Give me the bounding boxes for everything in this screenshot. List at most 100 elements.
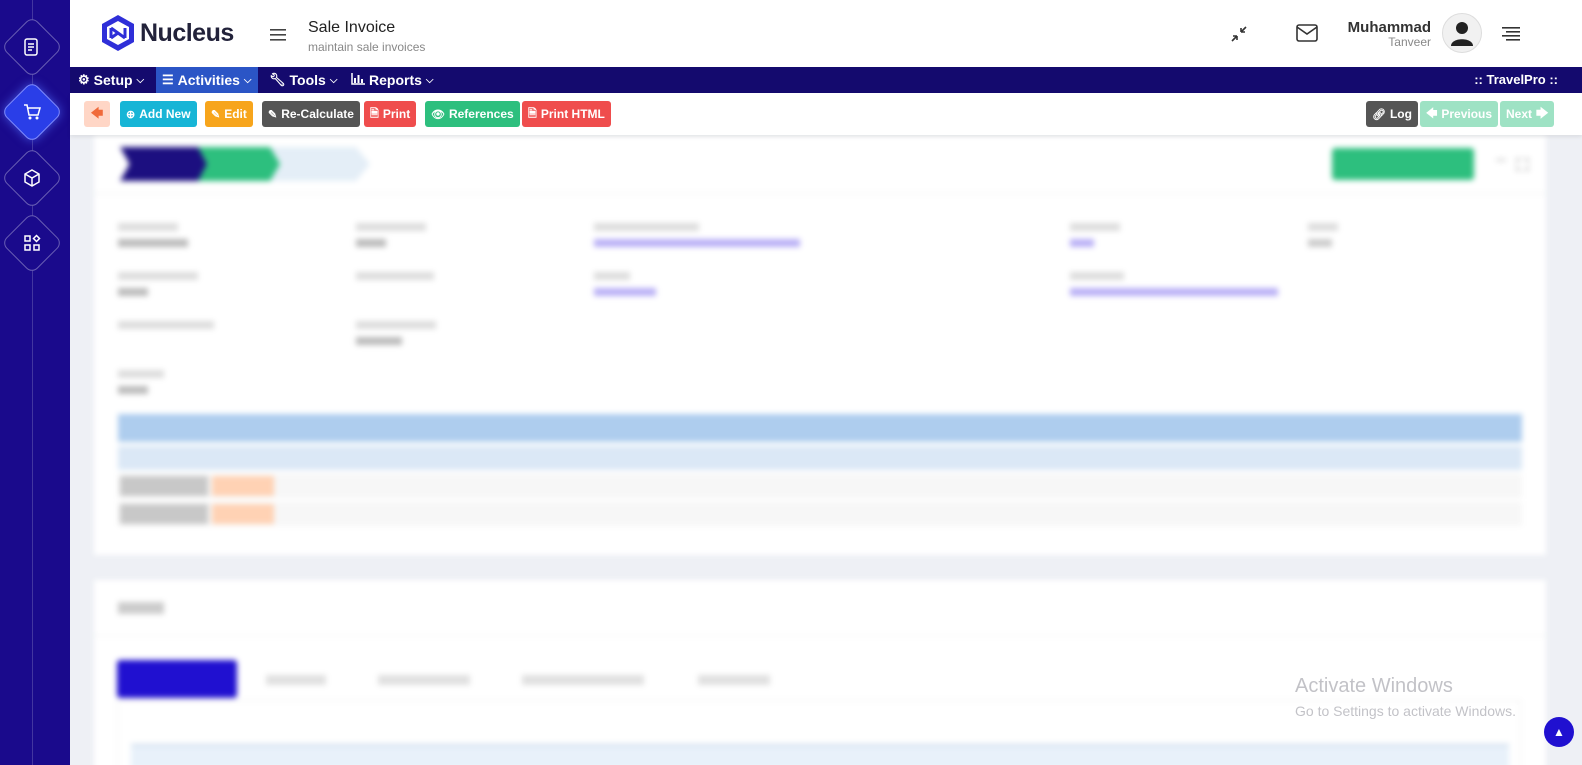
app-logo[interactable]: Nucleus [100, 14, 234, 52]
chevron-down-icon: ⌵ [136, 74, 145, 86]
previous-button[interactable]: 🡄 Previous [1420, 101, 1499, 127]
side-rail [0, 0, 70, 765]
field-label-4 [1070, 223, 1120, 231]
menu-activities[interactable]: ☰ Activities ⌵ [156, 67, 258, 93]
arrow-left-icon: 🡄 [1426, 107, 1438, 120]
details-card [94, 580, 1546, 765]
print-button[interactable]: 🗎 Print [364, 101, 417, 127]
recalculate-button[interactable]: ✎ Re-Calculate [262, 101, 360, 127]
field-value-8 [594, 288, 656, 296]
field-label-6 [118, 272, 198, 280]
field-value-2 [356, 239, 386, 247]
field-label-10 [118, 321, 214, 329]
details-heading [118, 602, 164, 614]
chevron-down-icon: ⌵ [329, 74, 338, 86]
add-new-button[interactable]: ⊕ Add New [120, 101, 197, 127]
field-value-1 [118, 239, 188, 247]
details-tab-2[interactable] [266, 675, 326, 685]
envelope-icon [1296, 24, 1318, 42]
scroll-to-top-button[interactable]: ▲ [1544, 717, 1574, 747]
pdf-file-icon: 🗎 [370, 107, 379, 120]
details-tab-3[interactable] [378, 675, 470, 685]
print-html-button[interactable]: 🗎 Print HTML [522, 101, 611, 127]
collapse-screen-button[interactable] [1230, 25, 1248, 48]
field-label-5 [1308, 223, 1338, 231]
menu-activities-label: Activities [177, 72, 240, 88]
field-label-8 [594, 272, 630, 280]
field-label-2 [356, 223, 426, 231]
card-divider [94, 193, 1546, 194]
field-label-1 [118, 223, 178, 231]
brand-label: :: TravelPro :: [1474, 72, 1558, 87]
cube-icon [24, 169, 40, 187]
pencil-icon: ✎ [268, 108, 278, 121]
field-value-3 [594, 239, 800, 247]
pencil-icon: ✎ [211, 108, 221, 121]
fullscreen-icon[interactable] [1516, 158, 1529, 171]
next-label: Next [1506, 107, 1533, 121]
rail-widgets-button[interactable] [0, 211, 64, 275]
references-label: References [448, 107, 514, 121]
field-value-6 [118, 288, 148, 296]
references-button[interactable]: 👁︎ References [425, 101, 520, 127]
log-button[interactable]: 🔗︎ Log [1366, 101, 1418, 127]
arrow-up-icon: ▲ [1553, 725, 1565, 739]
summary-row-2-currency [212, 504, 274, 524]
rail-cart-button[interactable] [0, 80, 64, 144]
invoice-number-badge [1332, 148, 1474, 180]
eye-icon: 👁︎ [431, 108, 445, 121]
action-toolbar: 🡄 ⊕ Add New ✎ Edit ✎ Re-Calculate 🗎 Print 👁︎… [70, 93, 1582, 135]
user-last-name: Tanveer [1388, 35, 1431, 49]
details-tab-active[interactable] [117, 660, 237, 698]
summary-row-1-currency [212, 476, 274, 496]
activate-windows-title: Activate Windows [1295, 675, 1453, 697]
user-avatar[interactable] [1442, 13, 1482, 53]
hamburger-icon [270, 29, 286, 41]
back-button[interactable]: 🡄 [84, 101, 110, 127]
edit-button[interactable]: ✎ Edit [205, 101, 253, 127]
field-label-11 [356, 321, 436, 329]
shopping-cart-icon [24, 104, 41, 120]
summary-row-2 [118, 502, 1522, 526]
page-subtitle: maintain sale invoices [308, 40, 426, 54]
field-value-9 [1070, 288, 1278, 296]
activate-windows-subtitle: Go to Settings to activate Windows. [1295, 703, 1516, 719]
recalculate-label: Re-Calculate [281, 107, 354, 121]
rail-documents-button[interactable] [0, 15, 64, 79]
chevron-down-icon: ⌵ [425, 74, 434, 86]
menu-reports-label: Reports [369, 72, 422, 88]
field-label-9 [1070, 272, 1124, 280]
menu-tools[interactable]: 🔧︎ Tools ⌵ [263, 67, 343, 93]
rail-cube-button[interactable] [0, 146, 64, 210]
link-icon: 🔗︎ [1372, 108, 1386, 121]
summary-row-2-label [120, 504, 208, 524]
menu-setup[interactable]: ⚙ Setup ⌵ [72, 67, 150, 93]
invoice-content-area [70, 135, 1582, 765]
log-label: Log [1389, 107, 1412, 121]
right-panel-toggle[interactable] [1502, 27, 1520, 46]
field-label-12 [118, 370, 164, 378]
print-html-label: Print HTML [540, 107, 605, 121]
arrow-right-icon: 🡆 [1536, 105, 1549, 120]
details-tab-5[interactable] [698, 675, 770, 685]
page-title: Sale Invoice [308, 19, 396, 36]
document-edit-icon [24, 38, 38, 56]
plus-circle-icon: ⊕ [126, 108, 136, 121]
field-value-4 [1070, 239, 1094, 247]
menu-toggle-button[interactable] [270, 28, 286, 46]
gear-icon: ⚙ [78, 72, 90, 87]
messages-button[interactable] [1296, 24, 1318, 47]
chevron-down-icon: ⌵ [243, 74, 252, 86]
minimize-arrows-icon [1231, 26, 1247, 42]
pdf-file-icon: 🗎 [528, 107, 537, 120]
collapse-icon[interactable] [1496, 159, 1506, 165]
menu-reports[interactable]: Reports ⌵ [345, 67, 440, 93]
list-icon: ☰ [162, 72, 174, 87]
next-button[interactable]: Next 🡆 [1500, 101, 1555, 127]
details-tab-4[interactable] [522, 675, 644, 685]
field-value-5 [1308, 239, 1332, 247]
summary-row-1-label [120, 476, 208, 496]
top-header: Nucleus Sale Invoice maintain sale invoi… [70, 0, 1582, 67]
summary-row-1 [118, 474, 1522, 498]
field-value-12 [118, 386, 148, 394]
